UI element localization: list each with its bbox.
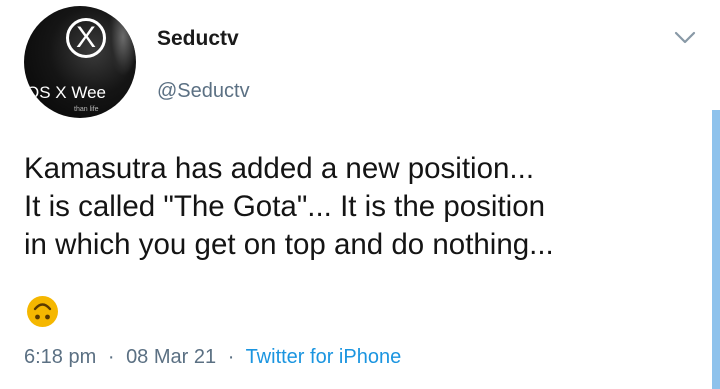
tweet-text-line: Kamasutra has added a new position... [24, 152, 535, 185]
chevron-down-icon[interactable] [673, 30, 697, 46]
author-display-name[interactable]: Seductv [157, 26, 239, 52]
avatar[interactable]: X OS X Wee than life [24, 6, 136, 118]
tweet-text-line: It is called "The Gota"... It is the pos… [24, 190, 546, 223]
avatar-tiny-text: than life [74, 106, 99, 113]
meta-separator: · [227, 346, 235, 368]
avatar-band-text: OS X Wee [26, 83, 106, 102]
edge-accent-bar [712, 110, 720, 389]
avatar-person-silhouette [108, 16, 136, 76]
upside-down-face-icon [27, 296, 58, 327]
tweet-time[interactable]: 6:18 pm [24, 346, 96, 368]
tweet-card: X OS X Wee than life Seductv @Seductv Ka… [0, 0, 720, 389]
tweet-date[interactable]: 08 Mar 21 [126, 346, 216, 368]
tweet-source-link[interactable]: Twitter for iPhone [246, 346, 402, 368]
tweet-text-line: in which you get on top and do nothing..… [24, 228, 554, 261]
meta-separator: · [107, 346, 115, 368]
author-handle[interactable]: @Seductv [157, 78, 250, 104]
avatar-x-logo: X [66, 18, 106, 58]
tweet-meta: 6:18 pm · 08 Mar 21 · Twitter for iPhone [24, 344, 401, 370]
tweet-text: Kamasutra has added a new position... It… [24, 150, 714, 264]
